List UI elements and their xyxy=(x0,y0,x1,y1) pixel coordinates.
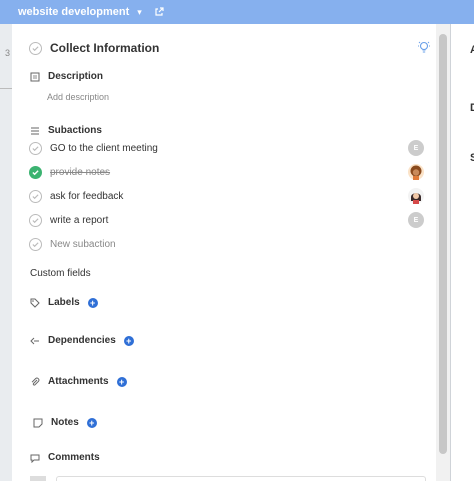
background-number: 3 xyxy=(5,48,11,58)
subaction-label[interactable]: ask for feedback xyxy=(50,191,123,202)
comments-section: Comments xyxy=(30,452,100,463)
lightbulb-icon[interactable] xyxy=(418,41,430,55)
subaction-item[interactable]: GO to the client meeting xyxy=(29,142,158,155)
add-attachment-button[interactable]: + xyxy=(116,376,127,387)
description-input[interactable]: Add description xyxy=(47,92,109,102)
note-icon xyxy=(33,418,43,427)
paperclip-icon xyxy=(31,377,40,386)
project-name[interactable]: website development xyxy=(18,6,129,18)
attachments-field[interactable]: Attachments + xyxy=(30,376,127,387)
attachments-heading: Attachments xyxy=(48,376,109,387)
chevron-down-icon[interactable]: ▾ xyxy=(137,7,142,18)
scrollbar-thumb[interactable] xyxy=(439,34,447,454)
background-board: 3 xyxy=(0,0,12,481)
subaction-label[interactable]: write a report xyxy=(50,215,108,226)
dependencies-field[interactable]: Dependencies + xyxy=(30,335,134,346)
notes-field[interactable]: Notes + xyxy=(33,417,97,428)
comment-avatar xyxy=(30,476,46,481)
subaction-checkbox[interactable] xyxy=(29,142,42,155)
side-label-a: A xyxy=(470,44,474,56)
subaction-item[interactable]: ask for feedback xyxy=(29,190,123,203)
dependencies-heading: Dependencies xyxy=(48,335,116,346)
subaction-checkbox[interactable] xyxy=(29,214,42,227)
description-icon xyxy=(30,72,40,81)
side-label-d: D xyxy=(470,102,474,114)
avatar[interactable] xyxy=(408,188,424,204)
avatar[interactable]: E xyxy=(408,140,424,156)
subaction-done-checkbox[interactable] xyxy=(29,166,42,179)
new-subaction-input[interactable]: New subaction xyxy=(50,239,116,250)
side-label-s: S xyxy=(470,152,474,164)
list-icon xyxy=(31,127,39,134)
scrollbar[interactable] xyxy=(436,24,450,481)
avatar[interactable]: E xyxy=(408,212,424,228)
add-label-button[interactable]: + xyxy=(87,297,98,308)
background-divider xyxy=(0,88,12,89)
labels-heading: Labels xyxy=(48,297,80,308)
custom-fields-heading: Custom fields xyxy=(30,268,91,279)
subaction-item[interactable]: provide notes xyxy=(29,166,110,179)
tag-icon xyxy=(30,298,40,308)
avatar[interactable] xyxy=(408,164,424,180)
external-link-icon[interactable] xyxy=(154,7,164,17)
subaction-label[interactable]: provide notes xyxy=(50,167,110,178)
project-header: website development ▾ xyxy=(0,0,474,24)
subaction-label[interactable]: GO to the client meeting xyxy=(50,143,158,154)
comment-input[interactable] xyxy=(56,476,426,481)
add-dependency-button[interactable]: + xyxy=(123,335,134,346)
labels-field[interactable]: Labels + xyxy=(30,297,98,308)
notes-heading: Notes xyxy=(51,417,79,428)
comments-heading: Comments xyxy=(48,452,100,463)
subaction-checkbox[interactable] xyxy=(29,190,42,203)
new-subaction-checkbox xyxy=(29,238,42,251)
dependency-icon xyxy=(30,337,39,344)
description-heading: Description xyxy=(48,71,104,82)
add-note-button[interactable]: + xyxy=(86,417,97,428)
subactions-heading: Subactions xyxy=(48,125,102,136)
new-subaction-row[interactable]: New subaction xyxy=(29,238,116,251)
subaction-item[interactable]: write a report xyxy=(29,214,108,227)
side-panel: A D S xyxy=(451,24,474,481)
comment-icon xyxy=(30,454,40,463)
task-title[interactable]: Collect Information xyxy=(50,41,159,55)
complete-task-checkbox[interactable] xyxy=(29,41,42,55)
